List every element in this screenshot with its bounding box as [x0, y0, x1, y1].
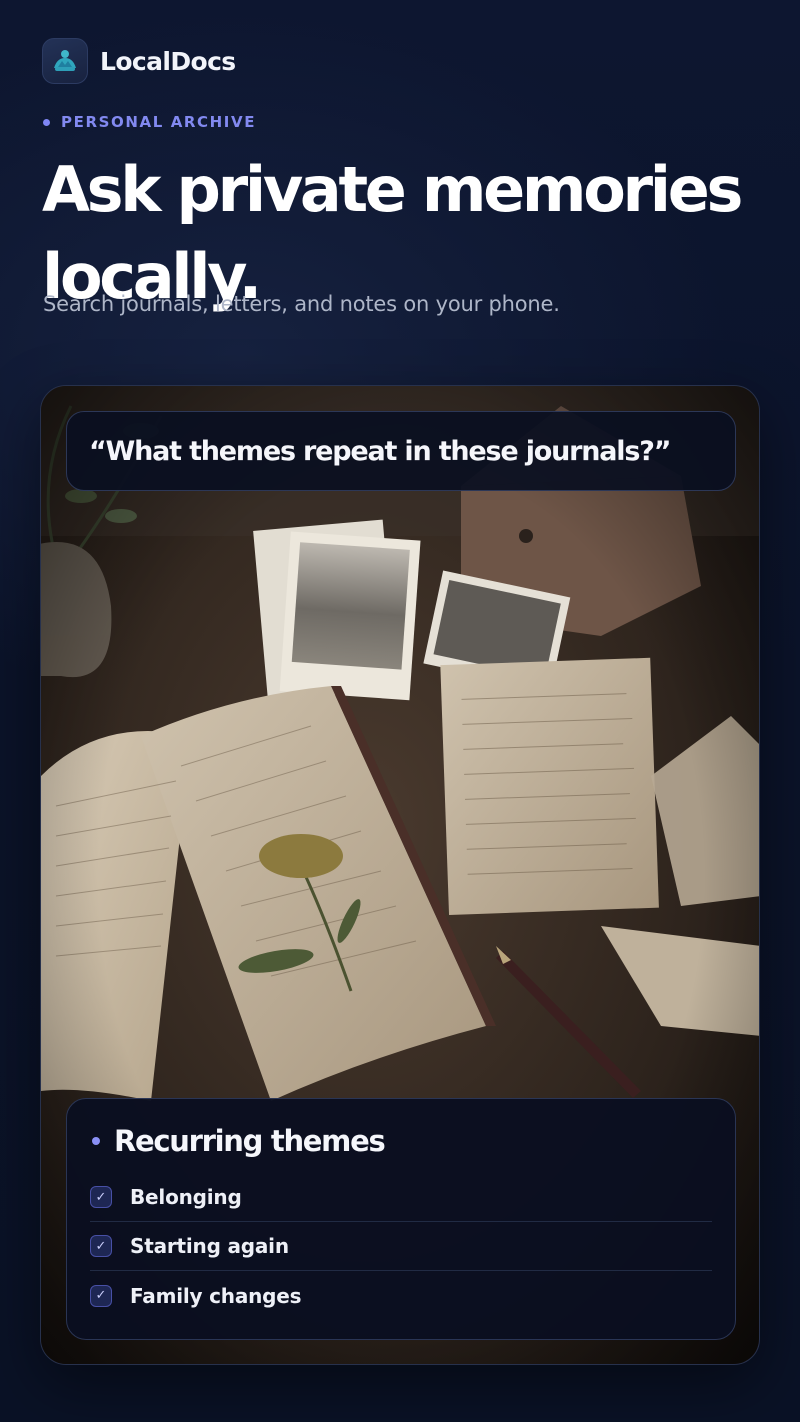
- app-brand[interactable]: LocalDocs: [42, 38, 236, 84]
- turtle-icon: [54, 50, 76, 71]
- checkbox-checked-icon[interactable]: ✓: [90, 1284, 112, 1307]
- theme-label: Starting again: [130, 1234, 289, 1258]
- themes-dot: [92, 1137, 100, 1145]
- themes-header: Recurring themes: [90, 1119, 712, 1163]
- checkbox-checked-icon[interactable]: ✓: [90, 1235, 112, 1257]
- checkbox-checked-icon[interactable]: ✓: [90, 1186, 112, 1208]
- memory-card: “What themes repeat in these journals?” …: [40, 385, 760, 1365]
- theme-item-starting-again[interactable]: ✓ Starting again: [90, 1222, 712, 1271]
- eyebrow-label: PERSONAL ARCHIVE: [43, 113, 256, 131]
- theme-list: ✓ Belonging ✓ Starting again ✓ Family ch…: [90, 1173, 712, 1320]
- theme-label: Family changes: [130, 1283, 302, 1308]
- recurring-themes-panel: Recurring themes ✓ Belonging ✓ Starting …: [66, 1098, 736, 1340]
- query-text: “What themes repeat in these journals?”: [89, 435, 671, 467]
- theme-label: Belonging: [130, 1185, 242, 1209]
- eyebrow-text: PERSONAL ARCHIVE: [61, 113, 257, 131]
- eyebrow-dot: [43, 118, 50, 126]
- page-subtitle: Search journals, letters, and notes on y…: [43, 292, 560, 316]
- query-bubble[interactable]: “What themes repeat in these journals?”: [66, 411, 736, 491]
- headline-line-1: Ask private memories: [42, 153, 743, 226]
- theme-item-family-changes[interactable]: ✓ Family changes: [90, 1271, 712, 1320]
- theme-item-belonging[interactable]: ✓ Belonging: [90, 1173, 712, 1222]
- app-name: LocalDocs: [100, 46, 236, 76]
- themes-title: Recurring themes: [114, 1124, 386, 1158]
- app-logo: [42, 38, 88, 84]
